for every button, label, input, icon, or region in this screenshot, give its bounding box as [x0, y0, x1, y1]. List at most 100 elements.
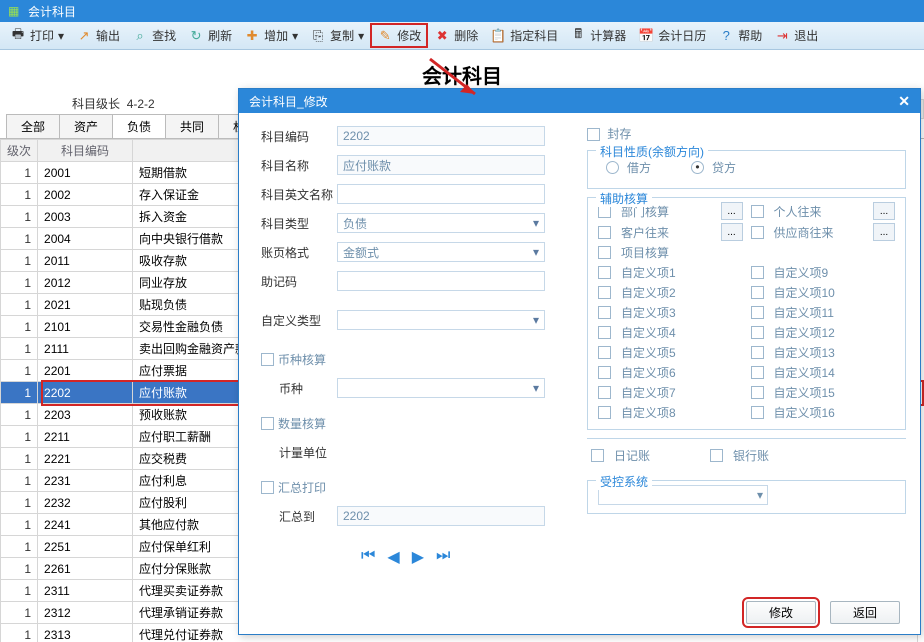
- aux-item[interactable]: 自定义项7: [598, 384, 713, 401]
- aux-item[interactable]: 自定义项10: [751, 284, 866, 301]
- modify-modal: 会计科目_修改 ✕ 科目编码 科目名称 科目英文名称 科目类型负债 账页格式金额…: [238, 88, 921, 635]
- aux-item[interactable]: 自定义项8: [598, 404, 713, 421]
- assign-label: 指定科目: [510, 27, 558, 44]
- help-button[interactable]: ?帮助: [712, 24, 768, 47]
- aux-item[interactable]: 自定义项16: [751, 404, 866, 421]
- aux-item[interactable]: 个人往来: [751, 202, 866, 220]
- exit-label: 退出: [794, 27, 818, 44]
- toolbar: 🖶打印▾ ↗输出 ⌕查找 ↻刷新 ✚增加 ▾ ⎘复制▾ ✎修改 ✖删除 📋指定科目…: [0, 22, 924, 50]
- name-input[interactable]: [337, 155, 545, 175]
- col-level: 级次: [1, 140, 38, 162]
- back-button[interactable]: 返回: [830, 601, 900, 624]
- bank-check[interactable]: 银行账: [710, 447, 769, 464]
- code-input[interactable]: [337, 126, 545, 146]
- aux-item[interactable]: 自定义项2: [598, 284, 713, 301]
- close-icon[interactable]: ✕: [898, 93, 910, 110]
- sum-check[interactable]: [261, 481, 274, 494]
- eng-input[interactable]: [337, 184, 545, 204]
- col-code: 科目编码: [38, 140, 133, 162]
- seal-label: 封存: [607, 127, 631, 141]
- calendar-button[interactable]: 📅会计日历: [632, 24, 712, 47]
- add-label: 增加: [264, 27, 288, 44]
- form-right: 封存 科目性质(余额方向) 借方 贷方 辅助核算 部门核算...个人往来...客…: [587, 125, 906, 588]
- aux-item[interactable]: 自定义项3: [598, 304, 713, 321]
- dropdown-icon: ▾: [58, 29, 64, 43]
- currency-select[interactable]: [337, 378, 545, 398]
- aux-item[interactable]: 自定义项13: [751, 344, 866, 361]
- mnem-label: 助记码: [261, 273, 337, 290]
- journal-check[interactable]: 日记账: [591, 447, 650, 464]
- mnem-input[interactable]: [337, 271, 545, 291]
- add-icon: ✚: [244, 28, 260, 44]
- print-button[interactable]: 🖶打印▾: [4, 24, 70, 47]
- last-icon[interactable]: ⏭: [436, 547, 450, 567]
- find-icon: ⌕: [132, 28, 148, 44]
- dropdown-icon: ▾: [292, 29, 298, 43]
- modify-button[interactable]: ✎修改: [370, 23, 428, 48]
- type-select[interactable]: 负债: [337, 213, 545, 233]
- aux-item[interactable]: 自定义项4: [598, 324, 713, 341]
- currency-check[interactable]: [261, 353, 274, 366]
- output-button[interactable]: ↗输出: [70, 24, 126, 47]
- aux-item[interactable]: 供应商往来: [751, 223, 866, 241]
- ellipsis-button[interactable]: ...: [873, 223, 895, 241]
- sum-label: 汇总到: [261, 508, 337, 525]
- aux-item[interactable]: 自定义项6: [598, 364, 713, 381]
- form-left: 科目编码 科目名称 科目英文名称 科目类型负债 账页格式金额式 助记码 自定义类…: [261, 125, 571, 588]
- ellipsis-button[interactable]: ...: [721, 202, 743, 220]
- delete-button[interactable]: ✖删除: [428, 24, 484, 47]
- ellipsis-button[interactable]: ...: [873, 202, 895, 220]
- calc-label: 计算器: [590, 27, 626, 44]
- debit-radio[interactable]: 借方: [606, 159, 651, 176]
- qty-check[interactable]: [261, 417, 274, 430]
- calendar-icon: 📅: [638, 28, 654, 44]
- credit-radio[interactable]: 贷方: [691, 159, 736, 176]
- aux-item[interactable]: 项目核算: [598, 244, 713, 261]
- modal-title: 会计科目_修改: [249, 93, 328, 110]
- aux-item[interactable]: 自定义项1: [598, 264, 713, 281]
- title-text: 会计科目: [28, 3, 76, 20]
- tab-3[interactable]: 共同: [165, 114, 219, 138]
- nature-fieldset: 科目性质(余额方向) 借方 贷方: [587, 150, 906, 189]
- currency-label: 币种: [261, 380, 337, 397]
- cust-label: 自定义类型: [261, 312, 337, 329]
- ellipsis-button[interactable]: ...: [721, 223, 743, 241]
- refresh-icon: ↻: [188, 28, 204, 44]
- type-label: 科目类型: [261, 215, 337, 232]
- exit-button[interactable]: ⇥退出: [768, 24, 824, 47]
- modify-icon: ✎: [377, 28, 393, 44]
- assign-button[interactable]: 📋指定科目: [484, 24, 564, 47]
- level-label: 科目级长: [72, 97, 120, 111]
- copy-button[interactable]: ⎘复制▾: [304, 24, 370, 47]
- aux-fieldset: 辅助核算 部门核算...个人往来...客户往来...供应商往来...项目核算自定…: [587, 197, 906, 430]
- aux-item[interactable]: 客户往来: [598, 223, 713, 241]
- tab-2[interactable]: 负债: [112, 114, 166, 138]
- tab-1[interactable]: 资产: [59, 114, 113, 138]
- add-button[interactable]: ✚增加 ▾: [238, 24, 304, 47]
- refresh-button[interactable]: ↻刷新: [182, 24, 238, 47]
- delete-label: 删除: [454, 27, 478, 44]
- tab-0[interactable]: 全部: [6, 114, 60, 138]
- copy-icon: ⎘: [310, 28, 326, 44]
- aux-item[interactable]: 自定义项12: [751, 324, 866, 341]
- sum-input[interactable]: [337, 506, 545, 526]
- assign-icon: 📋: [490, 28, 506, 44]
- next-icon[interactable]: ▶: [412, 547, 424, 567]
- aux-item[interactable]: 自定义项11: [751, 304, 866, 321]
- seal-check[interactable]: [587, 128, 600, 141]
- modify-confirm-button[interactable]: 修改: [746, 601, 816, 624]
- prev-icon[interactable]: ◀: [387, 547, 399, 567]
- journal-fieldset: 日记账 银行账: [587, 438, 906, 472]
- acct-select[interactable]: 金额式: [337, 242, 545, 262]
- find-button[interactable]: ⌕查找: [126, 24, 182, 47]
- first-icon[interactable]: ⏮: [361, 547, 375, 567]
- eng-label: 科目英文名称: [261, 186, 337, 203]
- level-value: 4-2-2: [127, 97, 155, 111]
- cust-select[interactable]: [337, 310, 545, 330]
- calc-button[interactable]: 🖩计算器: [564, 24, 632, 47]
- aux-item[interactable]: 自定义项5: [598, 344, 713, 361]
- aux-item[interactable]: 自定义项14: [751, 364, 866, 381]
- aux-item[interactable]: 自定义项15: [751, 384, 866, 401]
- calendar-label: 会计日历: [658, 27, 706, 44]
- aux-item[interactable]: 自定义项9: [751, 264, 866, 281]
